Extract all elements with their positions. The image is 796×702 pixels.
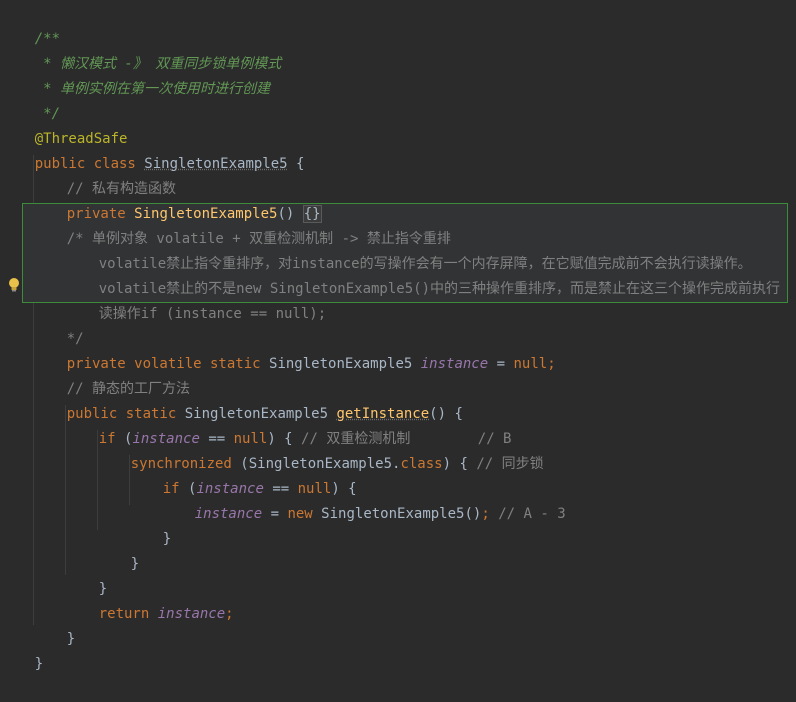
- code-line-20: instance = new SingletonExample5(); // A…: [161, 477, 566, 522]
- code-line-25: }: [33, 602, 75, 647]
- assign-op: =: [262, 506, 288, 522]
- code-line-3: * 单例实例在第一次使用时进行创建: [1, 52, 270, 97]
- code-line-17: if (instance == null) { // 双重检测机制 // B: [65, 402, 512, 447]
- semicolon: ;: [547, 356, 556, 372]
- doc-comment-text: * 单例实例在第一次使用时进行创建: [34, 81, 271, 97]
- keyword-class: class: [400, 456, 443, 472]
- code-line-19: if (instance == null) {: [129, 452, 357, 497]
- block-comment-text: 读操作if (instance == null);: [98, 306, 327, 322]
- brace-close: }: [130, 556, 140, 572]
- code-line-2: * 懒汉模式 -》 双重同步锁单例模式: [1, 27, 281, 72]
- brace-close: }: [66, 631, 76, 647]
- code-line-18: synchronized (SingletonExample5.class) {…: [97, 427, 544, 472]
- code-line-8: private SingletonExample5() {}: [33, 177, 322, 223]
- code-line-13: */: [33, 302, 84, 347]
- assign-op: =: [488, 356, 514, 372]
- keyword-null: null: [513, 356, 548, 372]
- field-instance[interactable]: instance: [158, 606, 225, 622]
- field-instance[interactable]: instance: [421, 356, 488, 372]
- line-comment: // A - 3: [498, 506, 566, 522]
- code-line-15: // 静态的工厂方法: [33, 352, 190, 397]
- code-editor[interactable]: /** * 懒汉模式 -》 双重同步锁单例模式 * 单例实例在第一次使用时进行创…: [0, 0, 796, 672]
- type-name[interactable]: SingletonExample5: [269, 356, 421, 372]
- code-line-10: volatile禁止指令重排序，对instance的写操作会有一个内存屏障，在它…: [65, 227, 752, 272]
- code-line-4: */: [1, 77, 60, 122]
- line-comment: // 同步锁: [476, 456, 544, 472]
- brace-close: }: [162, 531, 172, 547]
- code-line-7: // 私有构造函数: [33, 152, 176, 197]
- code-line-1: /**: [1, 2, 60, 47]
- code-line-24: return instance;: [65, 577, 234, 622]
- paren-brace: ) {: [442, 456, 477, 472]
- constructor-call[interactable]: SingletonExample5(): [321, 506, 481, 522]
- field-instance[interactable]: instance: [195, 506, 262, 522]
- code-line-11: volatile禁止的不是new SingletonExample5()中的三种…: [65, 252, 780, 297]
- semicolon: ;: [481, 506, 499, 522]
- brace-open: {: [287, 156, 305, 172]
- code-line-26: }: [1, 627, 43, 672]
- code-line-23: }: [65, 552, 107, 597]
- code-line-16: public static SingletonExample5 getInsta…: [33, 377, 463, 422]
- code-line-21: }: [129, 502, 171, 547]
- lightbulb-icon[interactable]: [6, 277, 22, 293]
- code-line-22: }: [97, 527, 139, 572]
- keyword-new: new: [287, 506, 322, 522]
- code-line-14: private volatile static SingletonExample…: [33, 327, 556, 372]
- semicolon: ;: [225, 606, 234, 622]
- code-line-12: 读操作if (instance == null);: [65, 277, 326, 322]
- brace-close: }: [34, 656, 44, 672]
- code-line-6: public class SingletonExample5 {: [1, 127, 305, 172]
- keyword-return: return: [98, 606, 158, 622]
- code-line-9: /* 单例对象 volatile + 双重检测机制 -> 禁止指令重排: [33, 202, 451, 247]
- code-line-5: @ThreadSafe: [1, 102, 128, 147]
